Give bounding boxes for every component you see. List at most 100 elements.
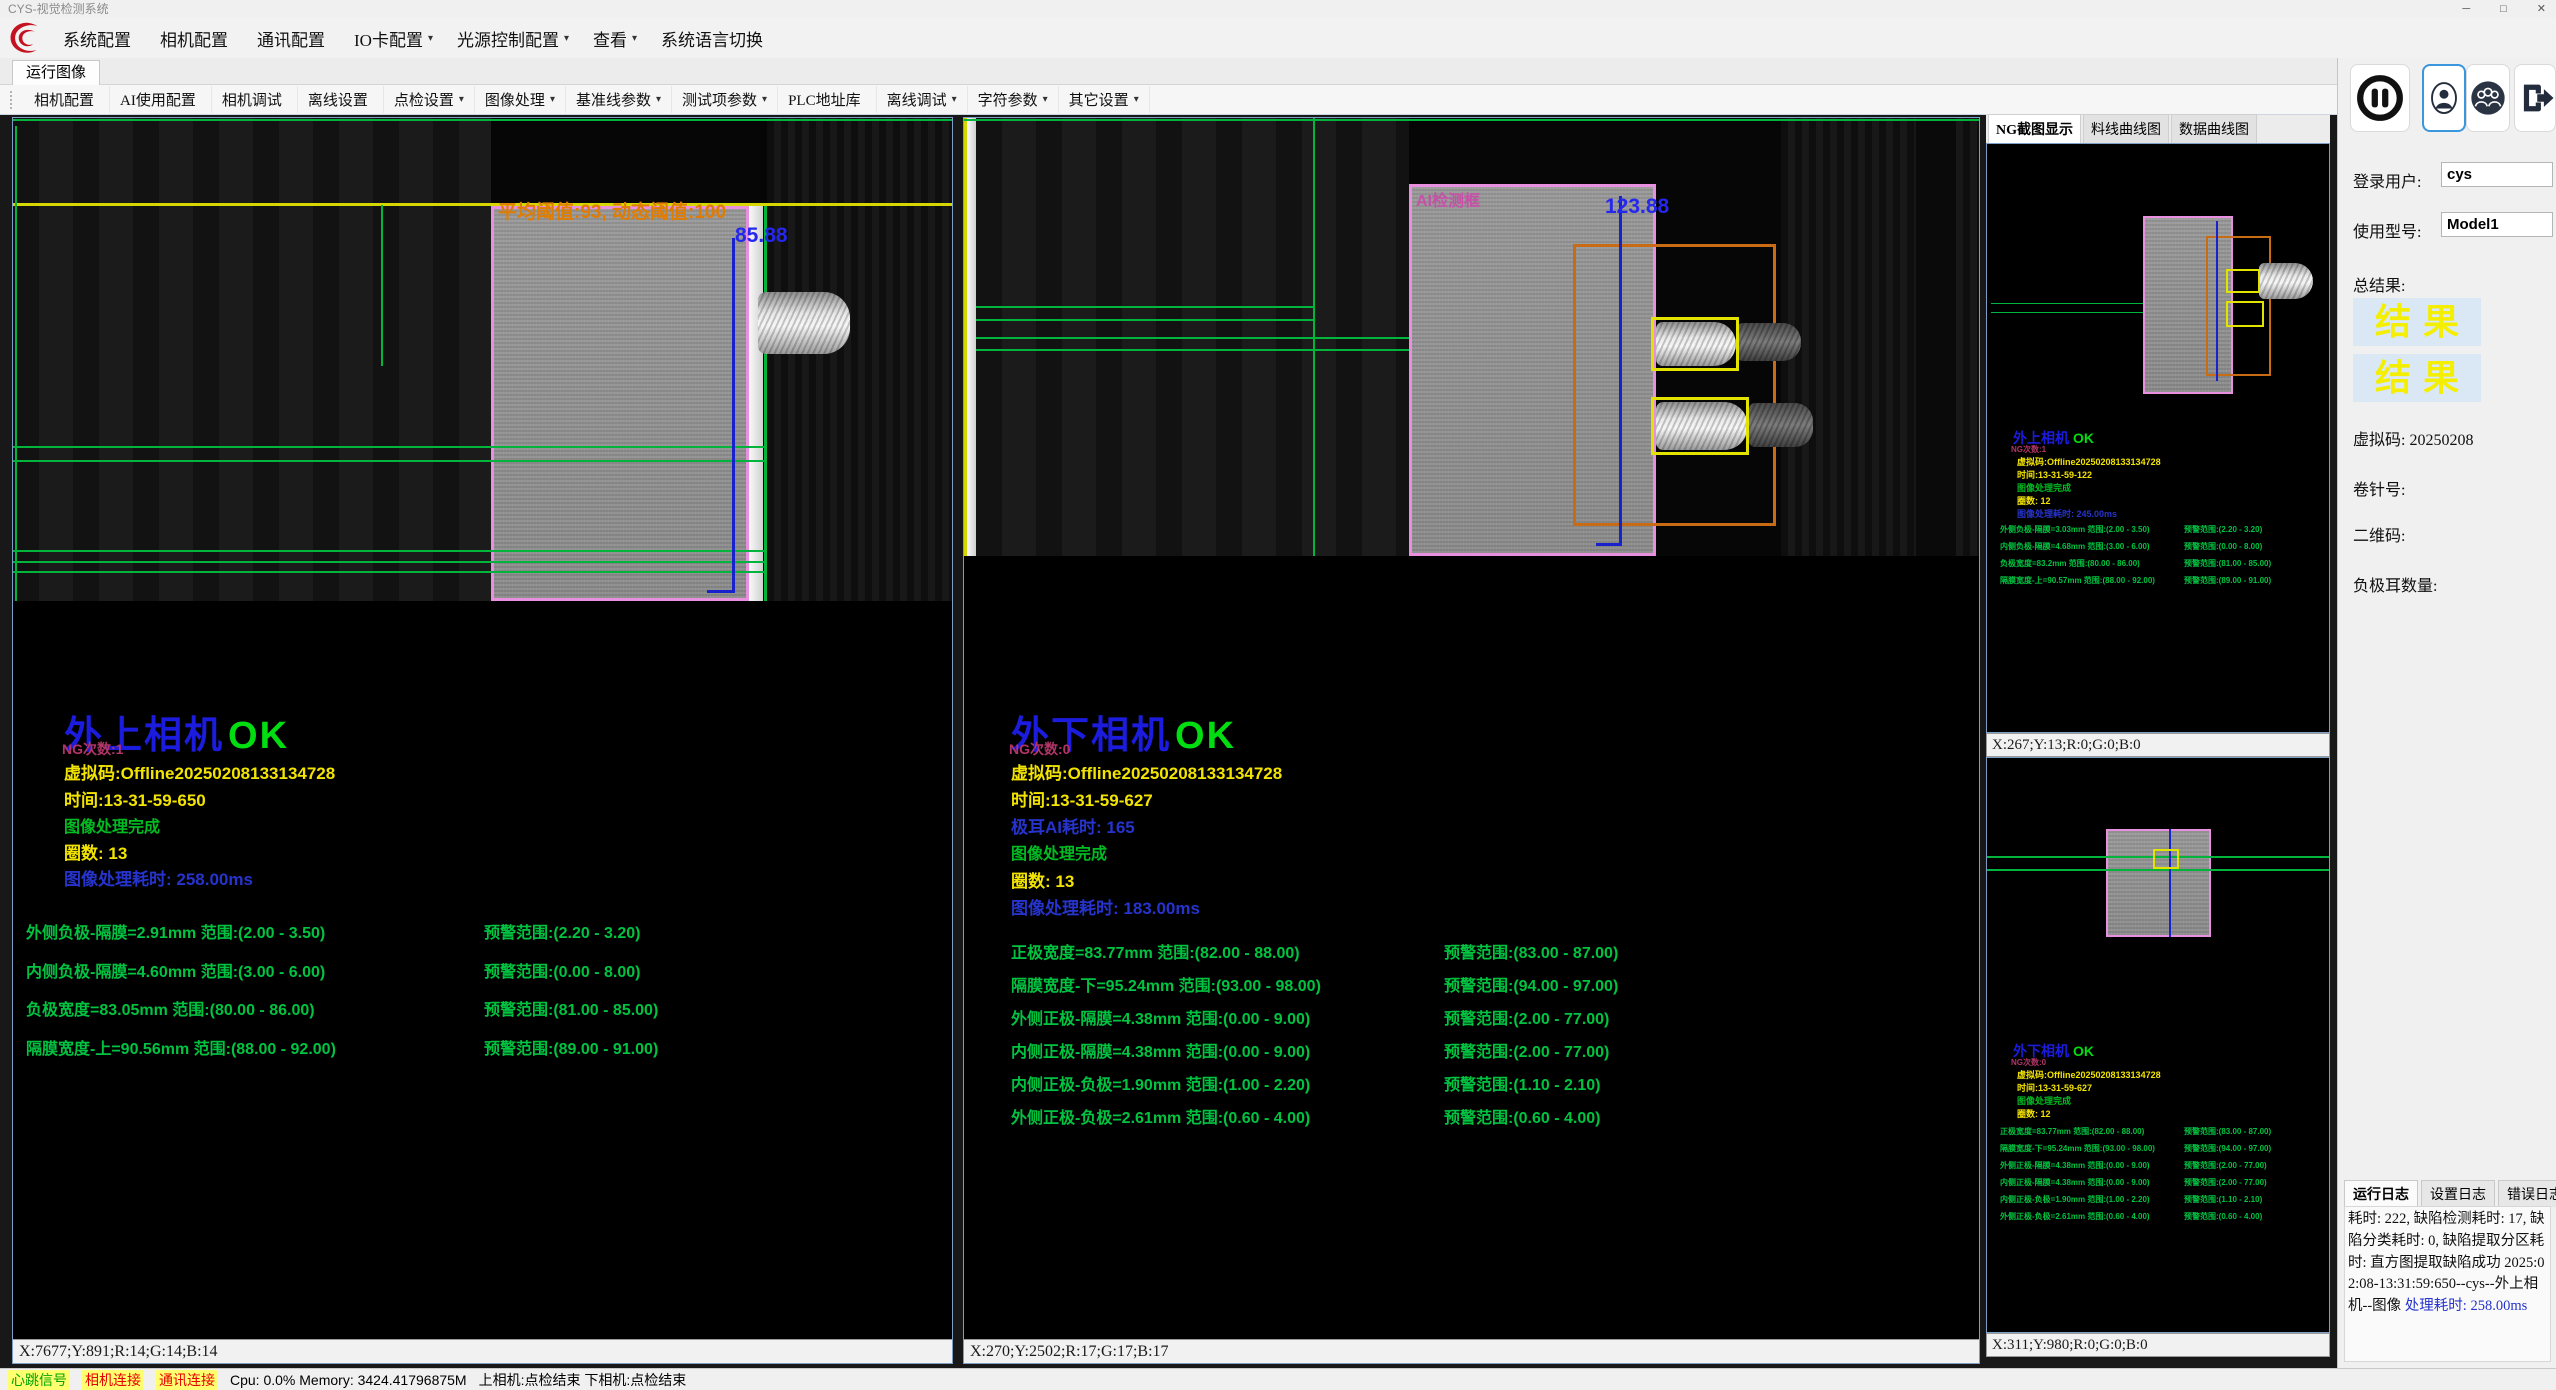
tab-run-image[interactable]: 运行图像 <box>12 60 100 85</box>
logout-icon <box>2515 79 2555 117</box>
camera-check-status: 上相机:点检结束 下相机:点检结束 <box>479 1370 687 1390</box>
measurement-row: 外侧负极-隔膜=2.91mm 范围:(2.00 - 3.50) 预警范围:(2.… <box>26 919 941 958</box>
toolbar-item-label: PLC地址库 <box>788 89 861 110</box>
toolbar-item[interactable]: 基准线参数 ▾ <box>566 86 672 113</box>
toolbar-item[interactable]: 相机调试 <box>212 86 298 113</box>
menu-item[interactable]: 系统语言切换 <box>652 22 777 55</box>
toolbar-item[interactable]: 相机配置 <box>24 86 110 113</box>
menu-item[interactable]: 相机配置 <box>151 22 242 55</box>
tab-ng-screenshot[interactable]: NG截图显示 <box>1988 114 2081 143</box>
menu-item[interactable]: 光源控制配置 ▾ <box>448 22 578 55</box>
measurement-warn-range: 预警范围:(83.00 - 87.00) <box>1444 939 1618 963</box>
user-group-button[interactable] <box>2466 64 2510 132</box>
menu-item[interactable]: IO卡配置 ▾ <box>345 22 442 55</box>
tab-run-log[interactable]: 运行日志 <box>2344 1180 2418 1207</box>
toolbar-item[interactable]: 字符参数 ▾ <box>968 86 1059 113</box>
measurement-row: 内侧负极-隔膜=4.68mm 范围:(3.00 - 6.00) 预警范围:(0.… <box>2000 541 2325 558</box>
process-time: 图像处理耗时: 183.00ms <box>1011 894 1200 919</box>
process-time: 图像处理耗时: 258.00ms <box>64 865 253 890</box>
login-user-label: 登录用户: <box>2353 168 2421 192</box>
ng-tab-strip: NG截图显示 料线曲线图 数据曲线图 <box>1986 115 2330 143</box>
exit-button[interactable] <box>2514 64 2556 132</box>
measurement-value: 外侧负极-隔膜=2.91mm 范围:(2.00 - 3.50) <box>26 919 325 943</box>
ng-preview-lower[interactable]: 外下相机OK NG次数:0 虚拟码:Offline202502081331347… <box>1986 757 2330 1333</box>
menu-item-label: 通讯配置 <box>257 26 325 51</box>
pixel-coordinate-bar: X:7677;Y:891;R:14;G:14;B:14 <box>13 1339 952 1363</box>
menu-item-label: 相机配置 <box>160 26 228 51</box>
process-done: 图像处理完成 <box>64 813 160 837</box>
user-icon <box>2426 76 2462 120</box>
toolbar-item-label: 相机配置 <box>34 89 94 110</box>
measurement-warn-range: 预警范围:(0.00 - 8.00) <box>484 958 641 982</box>
toolbar-item[interactable]: 点检设置 ▾ <box>384 86 475 113</box>
pause-button[interactable] <box>2350 64 2410 132</box>
measurement-value: 外侧正极-负极=2.61mm 范围:(0.60 - 4.00) <box>1011 1104 1310 1128</box>
measurement-value: 内侧正极-隔膜=4.38mm 范围:(0.00 - 9.00) <box>1011 1038 1310 1062</box>
toolbar-item[interactable]: 离线设置 <box>298 86 384 113</box>
measurement-row: 内侧负极-隔膜=4.60mm 范围:(3.00 - 6.00) 预警范围:(0.… <box>26 958 941 997</box>
negative-tab-count-label: 负极耳数量: <box>2353 572 2437 596</box>
measurement-row: 外侧正极-隔膜=4.38mm 范围:(0.00 - 9.00) 预警范围:(2.… <box>2000 1160 2325 1177</box>
toolbar-item[interactable]: AI使用配置 <box>110 86 212 113</box>
log-tail: 处理耗时: 258.00ms <box>2405 1298 2527 1314</box>
chevron-down-icon: ▾ <box>459 94 464 105</box>
close-icon[interactable]: ✕ <box>2537 0 2546 18</box>
measurement-value: 内侧正极-负极=1.90mm 范围:(1.00 - 2.20) <box>1011 1071 1310 1095</box>
toolbar-item[interactable]: 测试项参数 ▾ <box>672 86 778 113</box>
toolbar-items: 相机配置 AI使用配置 相机调试 离线设置 <box>24 86 1150 113</box>
tab-data-curve[interactable]: 数据曲线图 <box>2171 114 2257 143</box>
menu-item-label: 光源控制配置 <box>457 26 559 51</box>
camera-link-indicator: 相机连接 <box>82 1370 144 1390</box>
measurement-row: 负极宽度=83.2mm 范围:(80.00 - 86.00) 预警范围:(81.… <box>2000 558 2325 575</box>
toolbar-item-label: 基准线参数 <box>576 89 651 110</box>
toolbar-item[interactable]: 图像处理 ▾ <box>475 86 566 113</box>
log-tab-strip: 运行日志 设置日志 错误日志 <box>2344 1180 2556 1207</box>
model-field[interactable] <box>2441 212 2553 237</box>
single-user-button[interactable] <box>2422 64 2466 132</box>
run-log-text[interactable]: 耗时: 222, 缺陷检测耗时: 17, 缺陷分类耗时: 0, 缺陷提取分区耗时… <box>2344 1206 2551 1362</box>
minimize-icon[interactable]: ─ <box>2462 0 2470 18</box>
menu-item[interactable]: 查看 ▾ <box>584 22 646 55</box>
toolbar-item[interactable]: PLC地址库 <box>778 86 877 113</box>
virtual-code: 虚拟码:Offline20250208133134728 <box>1011 759 1282 784</box>
menu-item[interactable]: 系统配置 <box>54 22 145 55</box>
measurement-row: 外侧负极-隔膜=3.03mm 范围:(2.00 - 3.50) 预警范围:(2.… <box>2000 524 2325 541</box>
tab-settings-log[interactable]: 设置日志 <box>2421 1180 2495 1207</box>
measurement-row: 正极宽度=83.77mm 范围:(82.00 - 88.00) 预警范围:(83… <box>1011 939 1961 972</box>
gauge-value-label: 85.88 <box>735 224 788 248</box>
measurement-row: 内侧正极-隔膜=4.38mm 范围:(0.00 - 9.00) 预警范围:(2.… <box>1011 1038 1961 1071</box>
tab-material-curve[interactable]: 料线曲线图 <box>2083 114 2169 143</box>
measurement-value: 正极宽度=83.77mm 范围:(82.00 - 88.00) <box>1011 939 1300 963</box>
gauge-value-label: 123.88 <box>1605 195 1669 219</box>
toolbar-item-label: 离线设置 <box>308 89 368 110</box>
login-user-field[interactable] <box>2441 162 2553 187</box>
users-icon <box>2468 78 2508 118</box>
measure-line-blue <box>732 238 735 593</box>
virtual-code-label: 虚拟码: 20250208 <box>2353 426 2473 450</box>
capture-time: 时间:13-31-59-627 <box>1011 786 1153 811</box>
menu-item[interactable]: 通讯配置 <box>248 22 339 55</box>
toolbar-item-label: 其它设置 <box>1069 89 1129 110</box>
measurement-row: 内侧正极-隔膜=4.38mm 范围:(0.00 - 9.00) 预警范围:(2.… <box>2000 1177 2325 1194</box>
result-ok: OK <box>1175 715 1236 757</box>
tab-error-log[interactable]: 错误日志 <box>2498 1180 2556 1207</box>
ai-box-label: AI检测框 <box>1416 187 1480 211</box>
measurement-warn-range: 预警范围:(2.00 - 77.00) <box>1444 1005 1609 1029</box>
camera-image-upper[interactable]: 平均阈值:93, 动态阈值:100 85.88 <box>13 118 952 601</box>
toolbar-grip-icon[interactable] <box>10 91 16 109</box>
pause-icon <box>2355 73 2405 123</box>
toolbar-item-label: 相机调试 <box>222 89 282 110</box>
detection-roi-box <box>1573 244 1776 526</box>
chevron-down-icon: ▾ <box>656 94 661 105</box>
electrode-region <box>491 206 749 601</box>
measurement-warn-range: 预警范围:(81.00 - 85.00) <box>484 996 658 1020</box>
ng-preview-upper[interactable]: 外上相机OK NG次数:1 虚拟码:Offline202502081331347… <box>1986 143 2330 733</box>
toolbar-item[interactable]: 其它设置 ▾ <box>1059 86 1150 113</box>
process-done: 图像处理完成 <box>1011 840 1107 864</box>
total-result-label: 总结果: <box>2353 272 2405 296</box>
camera-image-lower[interactable]: AI检测框 123.88 <box>964 118 1979 556</box>
maximize-icon[interactable]: □ <box>2500 0 2507 18</box>
chevron-down-icon: ▾ <box>428 33 433 44</box>
toolbar-item[interactable]: 离线调试 ▾ <box>877 86 968 113</box>
toolbar-item-label: 图像处理 <box>485 89 545 110</box>
